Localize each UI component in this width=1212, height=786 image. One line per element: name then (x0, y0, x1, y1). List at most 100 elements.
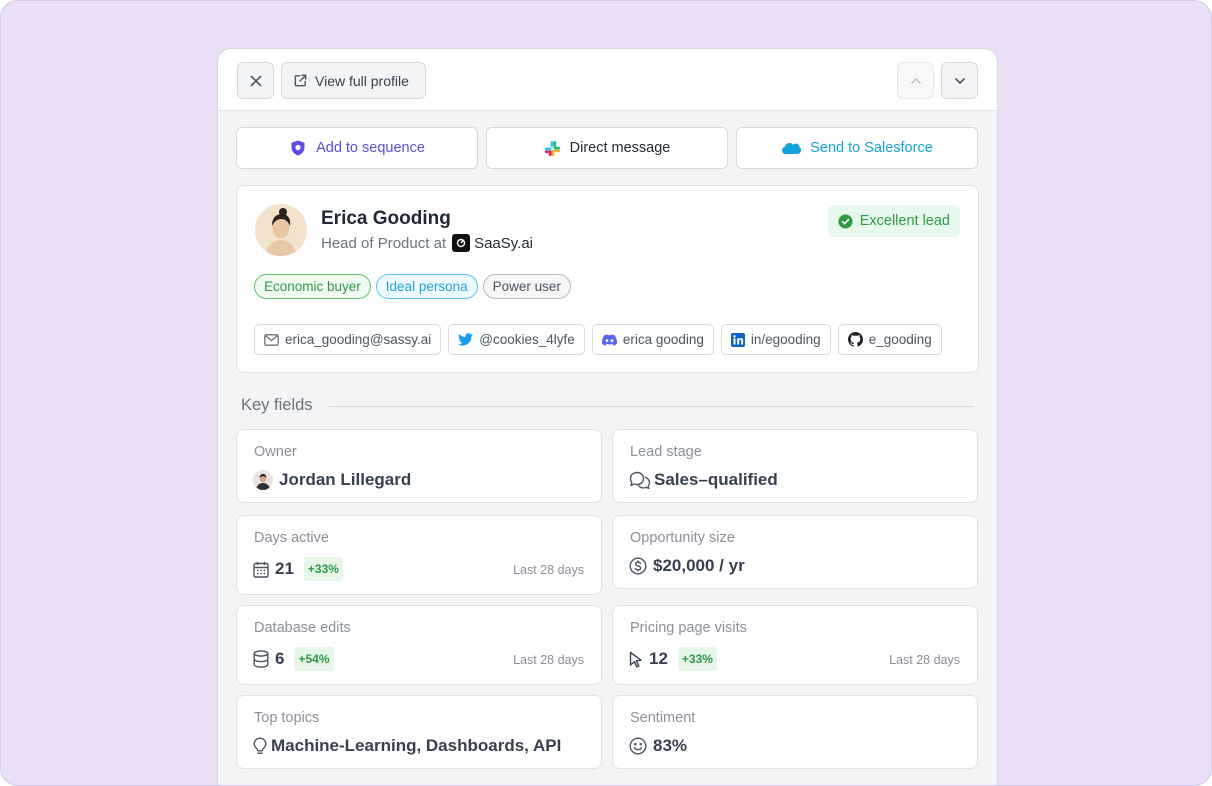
direct-message-label: Direct message (569, 140, 671, 156)
close-icon (249, 74, 263, 88)
opportunity-size-text: $20,000 / yr (653, 556, 745, 575)
pricing-visits-period: Last 28 days (889, 653, 960, 667)
discord-icon (601, 333, 617, 346)
dollar-circle-icon (629, 557, 647, 575)
view-full-profile-label: View full profile (315, 72, 409, 89)
twitter-icon (458, 333, 474, 346)
top-topics-field[interactable]: Top topics Machine-Learning, Dashboards,… (236, 695, 602, 769)
top-topics-label: Top topics (254, 710, 320, 726)
sentiment-value: 83% (629, 736, 687, 756)
send-to-salesforce-button[interactable]: Send to Salesforce (736, 127, 978, 169)
owner-value: Jordan Lillegard (253, 470, 411, 490)
send-to-salesforce-label: Send to Salesforce (810, 140, 933, 156)
pricing-visits-number: 12 (649, 649, 668, 668)
github-icon (847, 332, 863, 347)
contact-role: Head of Product at SaaSy.ai (321, 234, 533, 252)
linkedin-link[interactable]: in/egooding (720, 324, 831, 355)
discord-link[interactable]: erica gooding (591, 324, 714, 355)
direct-message-button[interactable]: Direct message (486, 127, 728, 169)
lightbulb-icon (253, 737, 267, 755)
top-topics-text: Machine-Learning, Dashboards, API (271, 736, 562, 755)
action-bar: Add to sequence Direct message Send to S… (236, 127, 978, 169)
email-text: erica_gooding@sassy.ai (285, 332, 432, 347)
lead-quality-badge: Excellent lead (827, 205, 960, 237)
salesforce-cloud-icon (781, 141, 802, 155)
view-full-profile-button[interactable]: View full profile (281, 62, 426, 99)
profile-card: Erica Gooding Head of Product at SaaSy.a… (236, 185, 979, 373)
persona-tags: Economic buyer Ideal persona Power user (254, 274, 571, 299)
owner-label: Owner (254, 444, 297, 460)
tag-economic-buyer[interactable]: Economic buyer (254, 274, 371, 299)
days-active-period: Last 28 days (513, 563, 584, 577)
company-link[interactable]: SaaSy.ai (452, 234, 533, 252)
key-fields-heading: Key fields (241, 396, 313, 414)
mail-icon (264, 333, 279, 346)
twitter-link[interactable]: @cookies_4lyfe (448, 324, 585, 355)
app-background: View full profile Add to sequence Direct… (0, 0, 1212, 786)
add-to-sequence-label: Add to sequence (316, 140, 425, 156)
smile-icon (629, 737, 647, 755)
linkedin-handle: in/egooding (750, 332, 821, 347)
pricing-visits-value: 12 +33% (629, 647, 717, 671)
database-edits-delta: +54% (294, 647, 334, 671)
days-active-field[interactable]: Days active 21 +33% Last 28 days (236, 515, 602, 595)
lead-stage-label: Lead stage (630, 444, 702, 460)
github-link[interactable]: e_gooding (837, 324, 942, 355)
days-active-delta: +33% (303, 557, 343, 581)
section-divider (329, 406, 974, 407)
database-edits-value: 6 +54% (253, 647, 334, 671)
avatar (255, 204, 307, 256)
pricing-visits-label: Pricing page visits (630, 620, 747, 636)
close-button[interactable] (237, 62, 274, 99)
company-name: SaaSy.ai (474, 234, 534, 252)
company-logo-icon (452, 234, 471, 252)
external-link-icon (293, 73, 308, 88)
days-active-value: 21 +33% (253, 557, 343, 581)
database-edits-period: Last 28 days (513, 653, 584, 667)
previous-lead-button[interactable] (897, 62, 934, 99)
top-topics-value: Machine-Learning, Dashboards, API (253, 736, 561, 756)
sentiment-text: 83% (653, 736, 688, 755)
cursor-icon (629, 651, 643, 668)
lead-quality-label: Excellent lead (859, 213, 950, 229)
database-edits-field[interactable]: Database edits 6 +54% Last 28 days (236, 605, 602, 685)
sentiment-label: Sentiment (630, 710, 696, 726)
lead-stage-field[interactable]: Lead stage Sales–qualified (612, 429, 978, 503)
lead-detail-panel: View full profile Add to sequence Direct… (217, 48, 998, 785)
owner-avatar (253, 470, 273, 490)
pricing-visits-delta: +33% (677, 647, 717, 671)
calendar-icon (253, 561, 269, 578)
days-active-label: Days active (254, 530, 329, 546)
lead-stage-value: Sales–qualified (629, 470, 778, 490)
owner-name: Jordan Lillegard (279, 470, 412, 489)
discord-handle: erica gooding (622, 332, 704, 347)
shield-icon (289, 139, 307, 157)
linkedin-icon (730, 332, 745, 347)
slack-icon (544, 140, 561, 157)
check-circle-icon (838, 213, 853, 229)
email-link[interactable]: erica_gooding@sassy.ai (254, 324, 442, 355)
tag-power-user[interactable]: Power user (482, 274, 571, 299)
github-handle: e_gooding (868, 332, 932, 347)
twitter-handle: @cookies_4lyfe (479, 332, 575, 347)
next-lead-button[interactable] (941, 62, 978, 99)
tag-ideal-persona[interactable]: Ideal persona (375, 274, 478, 299)
contact-links: erica_gooding@sassy.ai @cookies_4lyfe er… (254, 324, 942, 355)
database-edits-label: Database edits (254, 620, 351, 636)
chevron-up-icon (909, 74, 923, 88)
database-edits-number: 6 (275, 649, 285, 668)
add-to-sequence-button[interactable]: Add to sequence (236, 127, 478, 169)
opportunity-size-label: Opportunity size (630, 530, 735, 546)
role-title: Head of Product at (321, 234, 447, 252)
panel-header: View full profile (218, 49, 997, 111)
contact-name: Erica Gooding (321, 208, 451, 229)
lead-stage-text: Sales–qualified (654, 470, 778, 489)
opportunity-size-field[interactable]: Opportunity size $20,000 / yr (612, 515, 978, 589)
chat-icon (629, 471, 651, 489)
owner-field[interactable]: Owner Jordan Lillegard (236, 429, 602, 503)
sentiment-field[interactable]: Sentiment 83% (612, 695, 978, 769)
opportunity-size-value: $20,000 / yr (629, 556, 745, 576)
chevron-down-icon (953, 74, 967, 88)
pricing-visits-field[interactable]: Pricing page visits 12 +33% Last 28 days (612, 605, 978, 685)
days-active-number: 21 (275, 559, 294, 578)
